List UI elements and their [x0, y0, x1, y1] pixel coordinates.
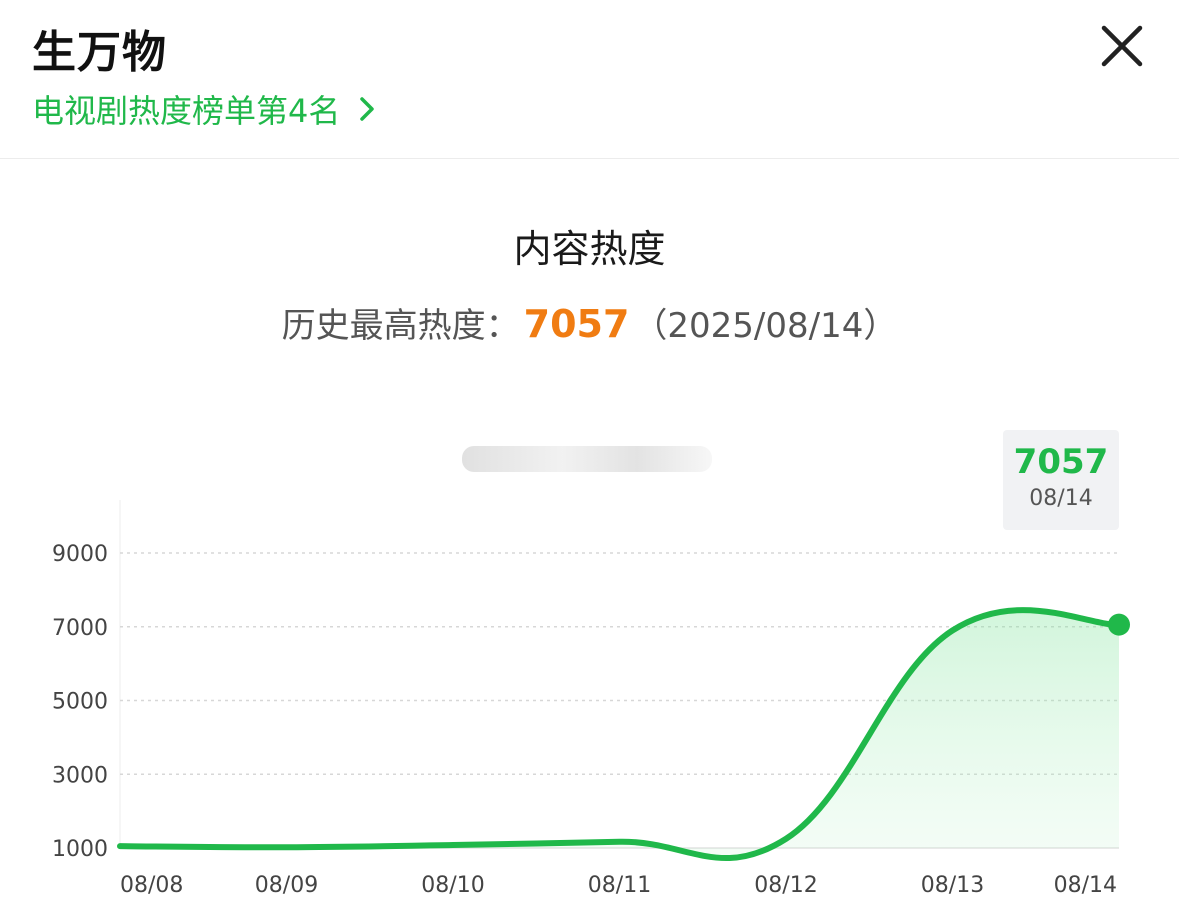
data-point: [950, 627, 956, 633]
tooltip-value: 7057: [1013, 442, 1109, 482]
x-tick-label: 08/11: [588, 873, 651, 898]
close-icon[interactable]: [1098, 22, 1146, 70]
chart-tooltip: 7057 08/14: [1003, 430, 1119, 530]
data-point: [450, 842, 456, 848]
page-title: 生万物: [32, 27, 167, 78]
header: 生万物 电视剧热度榜单第4名: [0, 0, 1179, 159]
peak-summary: 历史最高热度： 7057 （2025/08/14）: [0, 298, 1179, 347]
rank-link[interactable]: 电视剧热度榜单第4名: [32, 86, 382, 132]
x-tick-label: 08/14: [1054, 873, 1117, 898]
area-fill: [120, 610, 1119, 859]
y-tick-label: 3000: [52, 763, 108, 788]
rank-link-label: 电视剧热度榜单第4名: [32, 92, 341, 130]
data-point: [284, 844, 290, 850]
chevron-right-icon: [360, 97, 375, 121]
data-point: [617, 839, 623, 845]
peak-date: （2025/08/14）: [633, 306, 898, 346]
chart-heading: 内容热度: [513, 227, 666, 271]
y-tick-label: 7000: [52, 616, 108, 641]
peak-value: 7057: [523, 302, 630, 346]
y-tick-label: 5000: [52, 690, 108, 715]
tooltip-date: 08/14: [1029, 486, 1093, 511]
data-point: [783, 836, 789, 842]
x-tick-label: 08/13: [921, 873, 984, 898]
x-tick-label: 08/12: [754, 873, 817, 898]
x-tick-label: 08/08: [120, 873, 183, 898]
highlighted-point: [1108, 613, 1130, 636]
data-point: [117, 843, 123, 849]
x-tick-label: 08/09: [255, 873, 318, 898]
y-tick-label: 9000: [52, 542, 108, 567]
peak-label: 历史最高热度：: [281, 306, 520, 346]
x-tick-label: 08/10: [421, 873, 484, 898]
y-tick-label: 1000: [52, 837, 108, 862]
